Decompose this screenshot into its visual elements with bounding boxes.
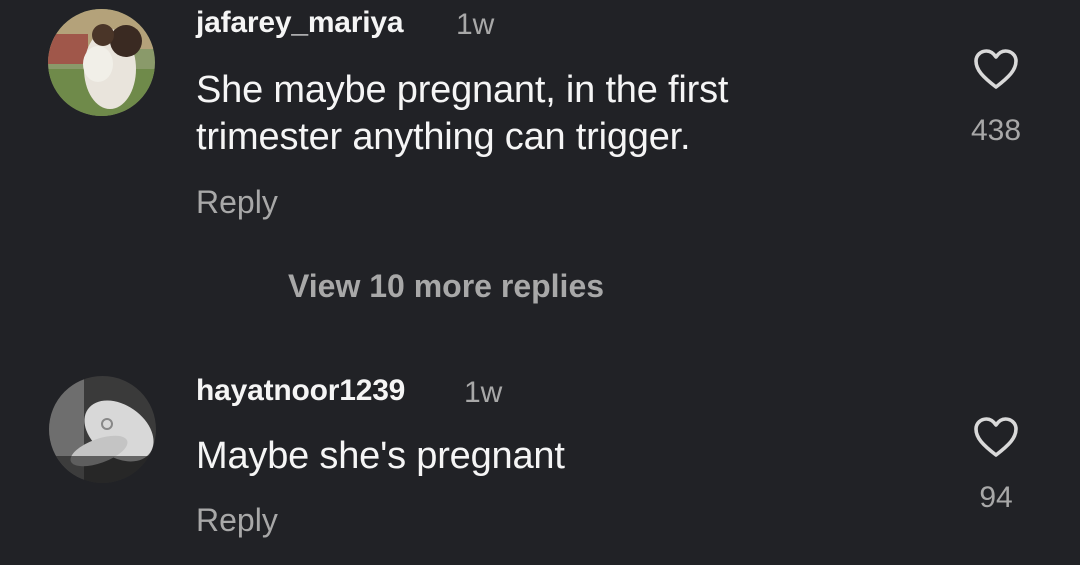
comment-timestamp: 1w xyxy=(464,376,503,409)
comment-username[interactable]: hayatnoor1239 xyxy=(196,374,405,408)
comment-timestamp: 1w xyxy=(456,8,495,41)
comment-text-line: She maybe pregnant, in the first xyxy=(196,69,729,111)
like-count: 438 xyxy=(970,114,1022,147)
avatar[interactable] xyxy=(48,9,155,116)
comment-item: hayatnoor1239 1w Maybe she's pregnant Re… xyxy=(0,360,1080,565)
comment-text-line: trimester anything can trigger. xyxy=(196,116,691,158)
reply-button[interactable]: Reply xyxy=(196,184,278,221)
comment-username[interactable]: jafarey_mariya xyxy=(196,6,404,40)
reply-button[interactable]: Reply xyxy=(196,502,278,539)
view-more-replies-button[interactable]: View 10 more replies xyxy=(288,268,604,305)
like-count: 94 xyxy=(979,481,1013,514)
heart-outline-icon[interactable] xyxy=(973,48,1019,90)
heart-outline-icon[interactable] xyxy=(973,416,1019,458)
comment-item: jafarey_mariya 1w She maybe pregnant, in… xyxy=(0,0,1080,240)
avatar[interactable] xyxy=(49,376,156,483)
comment-text-line: Maybe she's pregnant xyxy=(196,435,565,477)
